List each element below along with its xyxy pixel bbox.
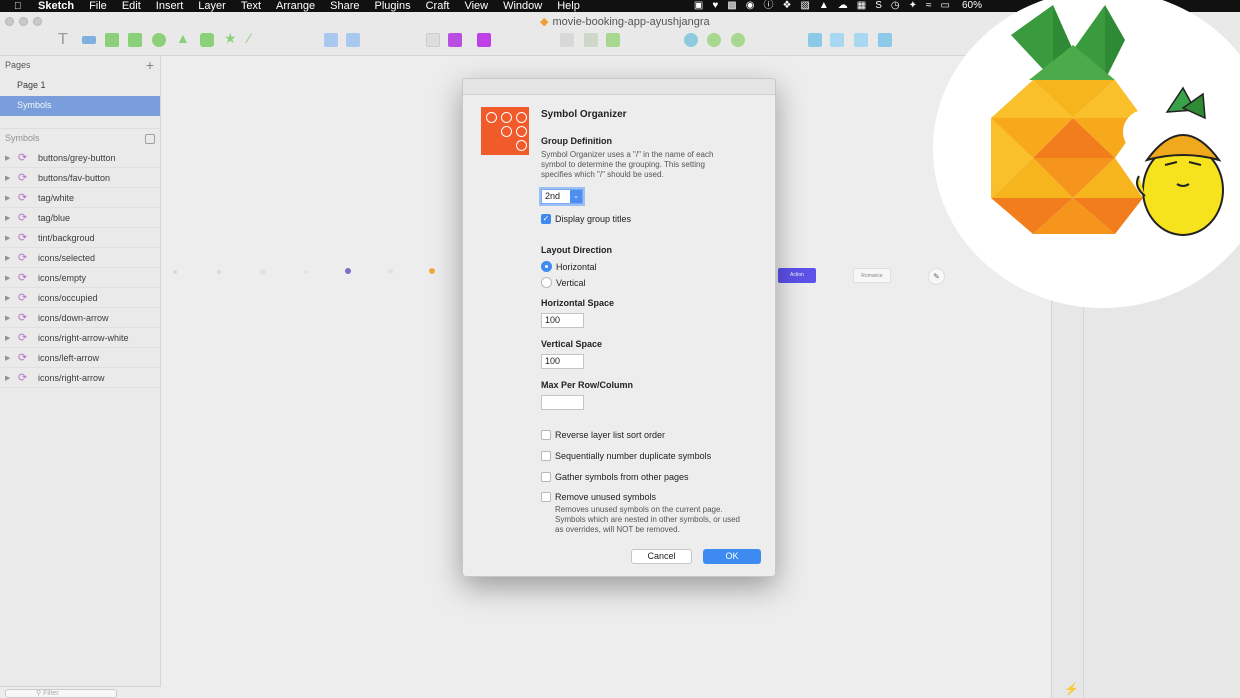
craft-icon[interactable]: ▩ <box>727 0 736 12</box>
craft-text-icon[interactable] <box>477 33 491 47</box>
display-group-titles-checkbox[interactable]: ✓ <box>541 214 551 224</box>
sequential-number-label: Sequentially number duplicate symbols <box>555 451 712 461</box>
menu-plugins[interactable]: Plugins <box>375 0 411 12</box>
menu-arrange[interactable]: Arrange <box>276 0 315 12</box>
dropbox-icon[interactable]: ❖ <box>782 0 791 12</box>
group-definition-heading: Group Definition <box>541 136 612 146</box>
document-title: ◆ movie-booking-app-ayushjangra <box>540 16 710 28</box>
sketch-doc-icon: ◆ <box>540 16 549 28</box>
mask-icon[interactable] <box>606 33 620 47</box>
minimize-window-button[interactable] <box>19 17 28 26</box>
triangle-tool-icon[interactable]: ▲ <box>176 30 190 46</box>
vertical-radio-label: Vertical <box>556 278 586 288</box>
cloud-icon[interactable]: ☁ <box>838 0 848 12</box>
max-per-row-input[interactable] <box>541 395 584 410</box>
rectangle-tool-icon[interactable] <box>82 36 96 44</box>
craft-data-icon[interactable] <box>448 33 462 47</box>
symbol-organizer-plugin-icon <box>481 107 529 155</box>
polygon-tool-icon[interactable] <box>200 33 214 47</box>
intersect-icon[interactable] <box>731 33 745 47</box>
vertical-space-input[interactable]: 100 <box>541 354 584 369</box>
vertical-radio[interactable] <box>541 277 552 288</box>
max-per-row-heading: Max Per Row/Column <box>541 380 634 390</box>
zoom-window-button[interactable] <box>33 17 42 26</box>
edit-icon[interactable] <box>560 33 574 47</box>
airplay-icon[interactable]: ▭ <box>941 0 950 12</box>
grid-icon[interactable]: ▦ <box>857 0 866 12</box>
cancel-button[interactable]: Cancel <box>631 549 692 564</box>
menu-layer[interactable]: Layer <box>198 0 226 12</box>
menu-edit[interactable]: Edit <box>122 0 141 12</box>
battery-percent[interactable]: 60% <box>962 0 982 12</box>
create-symbol-icon[interactable] <box>346 33 360 47</box>
line-tool-icon[interactable]: ∕ <box>248 30 262 46</box>
display-group-titles-label: Display group titles <box>555 214 632 224</box>
clock-icon[interactable]: ◷ <box>891 0 900 12</box>
menu-view[interactable]: View <box>464 0 488 12</box>
star-tool-icon[interactable]: ★ <box>224 30 238 46</box>
insert-image-icon[interactable] <box>426 33 440 47</box>
menu-file[interactable]: File <box>89 0 107 12</box>
menu-app-name[interactable]: Sketch <box>38 0 74 12</box>
menu-help[interactable]: Help <box>557 0 580 12</box>
menu-window[interactable]: Window <box>503 0 542 12</box>
horizontal-radio-label: Horizontal <box>556 262 597 272</box>
symbol-tool-icon[interactable] <box>324 33 338 47</box>
skype-icon[interactable]: S <box>875 0 882 12</box>
gather-symbols-label: Gather symbols from other pages <box>555 472 689 482</box>
shape-tool-icon[interactable] <box>105 33 119 47</box>
forward-icon[interactable] <box>808 33 822 47</box>
close-window-button[interactable] <box>5 17 14 26</box>
reverse-sort-checkbox[interactable] <box>541 430 551 440</box>
group-definition-description: Symbol Organizer uses a "/" in the name … <box>541 150 714 179</box>
dialog-titlebar <box>463 79 775 95</box>
bluetooth-icon[interactable]: ✦ <box>909 0 917 12</box>
group-icon[interactable] <box>854 33 868 47</box>
menu-share[interactable]: Share <box>330 0 359 12</box>
rounded-rect-tool-icon[interactable] <box>128 33 142 47</box>
apple-icon[interactable]:  <box>14 1 26 12</box>
drive-icon[interactable]: ▲ <box>819 0 829 12</box>
status-icons: ▣ ♥ ▩ ◉ ⓘ ❖ ▧ ▲ ☁ ▦ S ◷ ✦ ≈ ▭ <box>694 0 950 12</box>
wifi-icon[interactable]: ≈ <box>926 0 932 12</box>
clipboard-icon[interactable]: ▧ <box>800 0 809 12</box>
remove-unused-checkbox[interactable] <box>541 492 551 502</box>
horizontal-space-input[interactable]: 100 <box>541 313 584 328</box>
oval-tool-icon[interactable] <box>152 33 166 47</box>
vertical-space-heading: Vertical Space <box>541 339 603 349</box>
ungroup-icon[interactable] <box>878 33 892 47</box>
horizontal-radio[interactable] <box>541 261 552 272</box>
ok-button[interactable]: OK <box>703 549 761 564</box>
group-definition-select[interactable]: 2nd ⌄ <box>541 189 583 204</box>
menu-text[interactable]: Text <box>241 0 261 12</box>
text-tool-icon[interactable]: T <box>58 31 72 48</box>
symbol-organizer-dialog: Symbol Organizer Group Definition Symbol… <box>462 78 776 577</box>
layout-direction-heading: Layout Direction <box>541 245 613 255</box>
info-icon[interactable]: ⓘ <box>763 0 773 12</box>
subtract-icon[interactable] <box>707 33 721 47</box>
menu-craft[interactable]: Craft <box>426 0 450 12</box>
menu-insert[interactable]: Insert <box>156 0 184 12</box>
chevron-down-icon: ⌄ <box>570 190 582 203</box>
rotate-icon[interactable] <box>584 33 598 47</box>
window-controls <box>5 17 42 26</box>
horizontal-space-heading: Horizontal Space <box>541 298 615 308</box>
gather-symbols-checkbox[interactable] <box>541 472 551 482</box>
sequential-number-checkbox[interactable] <box>541 451 551 461</box>
remove-unused-description: Removes unused symbols on the current pa… <box>555 505 740 534</box>
eye-icon[interactable]: ◉ <box>746 0 755 12</box>
dialog-title: Symbol Organizer <box>541 109 627 120</box>
reverse-sort-label: Reverse layer list sort order <box>555 430 666 440</box>
heart-icon[interactable]: ♥ <box>712 0 718 12</box>
union-icon[interactable] <box>684 33 698 47</box>
remove-unused-label: Remove unused symbols <box>555 492 657 502</box>
screen-icon[interactable]: ▣ <box>694 0 703 12</box>
backward-icon[interactable] <box>830 33 844 47</box>
